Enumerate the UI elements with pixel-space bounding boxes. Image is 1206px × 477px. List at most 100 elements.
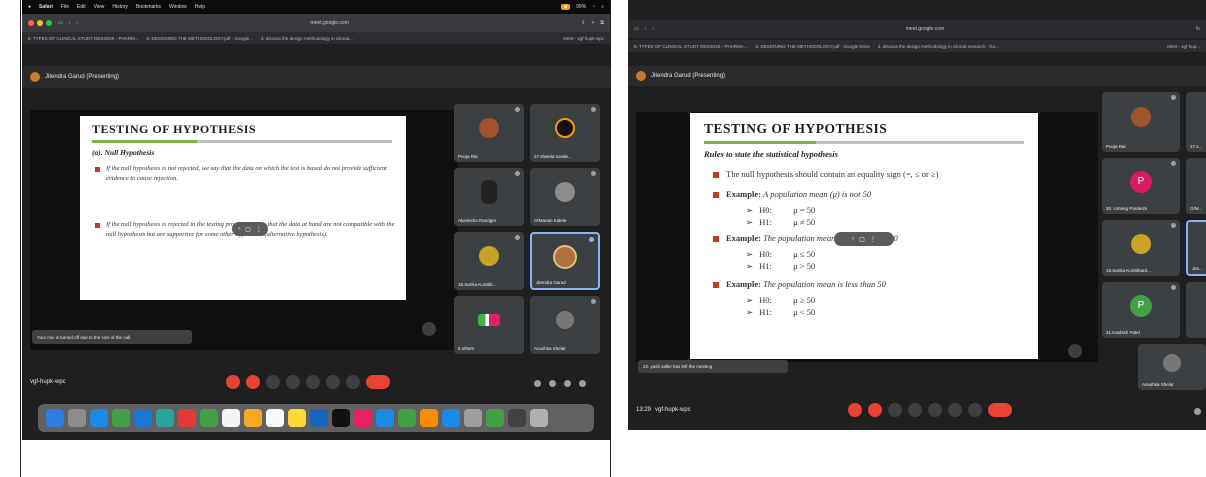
previous-icon[interactable]: ‹ xyxy=(238,226,240,232)
participant-tile[interactable]: Pooja Rai xyxy=(1102,92,1180,152)
menu-bookmarks[interactable]: Bookmarks xyxy=(136,4,161,10)
tab-methodology-pdf[interactable]: 5. DESIGNING THE METHODOLOGY.pdf - Googl… xyxy=(146,36,252,41)
menu-file[interactable]: File xyxy=(61,4,69,10)
more-options-button[interactable] xyxy=(346,375,360,389)
share-icon[interactable]: ⇪ xyxy=(581,20,585,26)
whatsapp-icon[interactable] xyxy=(486,409,504,427)
participant-tile[interactable]: Akanksha Randger xyxy=(454,168,524,226)
emoji-button[interactable] xyxy=(286,375,300,389)
participant-tile[interactable]: P 20. Umang Pardeshi xyxy=(1102,158,1180,214)
contacts-icon[interactable] xyxy=(244,409,262,427)
previous-icon[interactable]: ‹ xyxy=(852,236,854,242)
zoom-icon[interactable] xyxy=(1068,344,1082,358)
tv-icon[interactable] xyxy=(332,409,350,427)
tab-overview-icon[interactable]: ⧉ xyxy=(600,20,604,26)
maps-icon[interactable] xyxy=(156,409,174,427)
messages-icon[interactable] xyxy=(112,409,130,427)
pages-icon[interactable] xyxy=(420,409,438,427)
participant-tile[interactable]: 27.shweta sonde... xyxy=(530,104,600,162)
people-icon[interactable] xyxy=(549,380,556,387)
downloads-icon[interactable] xyxy=(508,409,526,427)
freeform-icon[interactable] xyxy=(310,409,328,427)
fullscreen-icon[interactable]: ▢ xyxy=(859,236,865,243)
more-icon[interactable]: ⋮ xyxy=(870,236,876,243)
mail-icon[interactable] xyxy=(134,409,152,427)
menu-window[interactable]: Window xyxy=(169,4,187,10)
search-icon[interactable]: ⌕ xyxy=(601,4,604,10)
finder-icon[interactable] xyxy=(46,409,64,427)
participant-tile[interactable] xyxy=(1186,282,1206,338)
participant-tile[interactable]: O/M... xyxy=(1186,158,1206,214)
leave-call-button[interactable] xyxy=(366,375,390,389)
forward-icon[interactable]: › xyxy=(76,20,78,26)
reminders-icon[interactable] xyxy=(266,409,284,427)
zoom-icon[interactable] xyxy=(422,322,436,336)
mic-toggle-button[interactable] xyxy=(848,403,862,417)
facetime-icon[interactable] xyxy=(200,409,218,427)
address-bar[interactable]: meet.google.com xyxy=(84,20,575,26)
address-bar[interactable]: meet.google.com xyxy=(660,26,1190,32)
menu-help[interactable]: Help xyxy=(195,4,205,10)
more-icon[interactable]: ⋮ xyxy=(256,226,262,233)
menu-view[interactable]: View xyxy=(94,4,105,10)
tab-study-designs[interactable]: 6. TYPES OF CLINICAL STUDY DESIGNS - PHA… xyxy=(28,36,138,41)
close-window-icon[interactable] xyxy=(28,20,34,26)
camera-toggle-button[interactable] xyxy=(246,375,260,389)
slide-hover-controls[interactable]: ‹ ▢ ⋮ xyxy=(834,232,894,246)
sidebar-icon[interactable]: ▭ xyxy=(634,26,639,32)
settings-icon[interactable] xyxy=(464,409,482,427)
safari-icon[interactable] xyxy=(90,409,108,427)
more-options-button[interactable] xyxy=(968,403,982,417)
app-store-icon[interactable] xyxy=(442,409,460,427)
participant-tile[interactable]: Pooja Rai xyxy=(454,104,524,162)
participant-tile[interactable]: Anushka Shelar xyxy=(530,296,600,354)
menu-history[interactable]: History xyxy=(112,4,128,10)
trash-icon[interactable] xyxy=(530,409,548,427)
back-icon[interactable]: ‹ xyxy=(69,20,71,26)
participant-tile[interactable]: 15.Sarika Kumbhard... xyxy=(1102,220,1180,276)
participant-tile[interactable]: O/Manan Kalele xyxy=(530,168,600,226)
sidebar-icon[interactable]: ▭ xyxy=(58,20,63,26)
tab-design-methodology[interactable]: 3. discuss the design methodology in cli… xyxy=(878,44,999,49)
status-app-icon[interactable]: ■ xyxy=(561,4,571,10)
present-button[interactable] xyxy=(928,403,942,417)
menubar-app-name[interactable]: Safari xyxy=(39,4,53,10)
slide-hover-controls[interactable]: ‹ ▢ ⋮ xyxy=(232,222,268,236)
back-icon[interactable]: ‹ xyxy=(645,26,647,32)
numbers-icon[interactable] xyxy=(398,409,416,427)
emoji-button[interactable] xyxy=(908,403,922,417)
music-icon[interactable] xyxy=(354,409,372,427)
info-icon[interactable] xyxy=(534,380,541,387)
menu-edit[interactable]: Edit xyxy=(77,4,86,10)
new-tab-icon[interactable]: + xyxy=(592,20,595,26)
others-tile[interactable]: 8 others xyxy=(454,296,524,354)
participant-tile[interactable]: Anushka Shelar xyxy=(1138,344,1206,390)
tab-meet[interactable]: Meet - vgf-hup... xyxy=(1167,44,1200,49)
chat-icon[interactable] xyxy=(564,380,571,387)
raise-hand-button[interactable] xyxy=(948,403,962,417)
camera-toggle-button[interactable] xyxy=(868,403,882,417)
fullscreen-icon[interactable]: ▢ xyxy=(245,226,251,233)
tab-design-methodology[interactable]: 3. discuss the design methodology in cli… xyxy=(261,36,353,41)
participant-tile[interactable]: 27.s... xyxy=(1186,92,1206,152)
forward-icon[interactable]: › xyxy=(652,26,654,32)
participant-tile[interactable]: 15.Sarika Kumbh... xyxy=(454,232,524,290)
participant-tile-active-speaker[interactable]: Jitendra Garud xyxy=(530,232,600,290)
minimize-window-icon[interactable] xyxy=(37,20,43,26)
apple-icon[interactable]: ● xyxy=(28,4,31,10)
refresh-icon[interactable]: ↻ xyxy=(1196,26,1200,32)
activities-icon[interactable] xyxy=(579,380,586,387)
zoom-window-icon[interactable] xyxy=(46,20,52,26)
present-button[interactable] xyxy=(306,375,320,389)
participant-tile[interactable]: P 21.Kashish Patel xyxy=(1102,282,1180,338)
tab-meet[interactable]: Meet - vgf-hupk-wpc xyxy=(563,36,604,41)
participant-tile-active-speaker[interactable]: Jite... xyxy=(1186,220,1206,276)
photos-icon[interactable] xyxy=(178,409,196,427)
tab-methodology-pdf[interactable]: 5. DESIGNING THE METHODOLOGY.pdf - Googl… xyxy=(755,44,869,49)
wifi-icon[interactable]: ◔ xyxy=(592,4,595,10)
info-icon[interactable] xyxy=(1194,408,1201,415)
raise-hand-button[interactable] xyxy=(326,375,340,389)
captions-button[interactable] xyxy=(888,403,902,417)
mic-toggle-button[interactable] xyxy=(226,375,240,389)
captions-button[interactable] xyxy=(266,375,280,389)
